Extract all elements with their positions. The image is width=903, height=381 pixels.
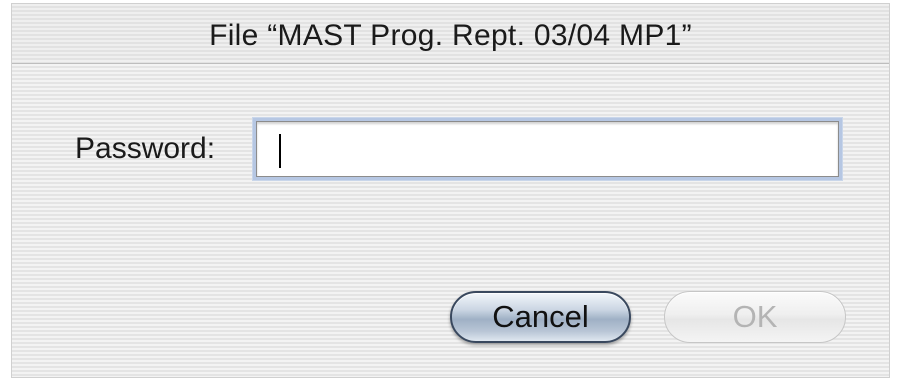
password-label: Password: xyxy=(75,132,216,165)
text-cursor xyxy=(279,134,281,168)
password-dialog: File “MAST Prog. Rept. 03/04 MP1” Passwo… xyxy=(11,3,890,378)
dialog-title: File “MAST Prog. Rept. 03/04 MP1” xyxy=(209,19,692,52)
ok-button[interactable]: OK xyxy=(664,291,846,343)
cancel-button[interactable]: Cancel xyxy=(450,291,631,343)
dialog-title-bar[interactable]: File “MAST Prog. Rept. 03/04 MP1” xyxy=(12,4,889,64)
password-input[interactable] xyxy=(256,121,839,177)
